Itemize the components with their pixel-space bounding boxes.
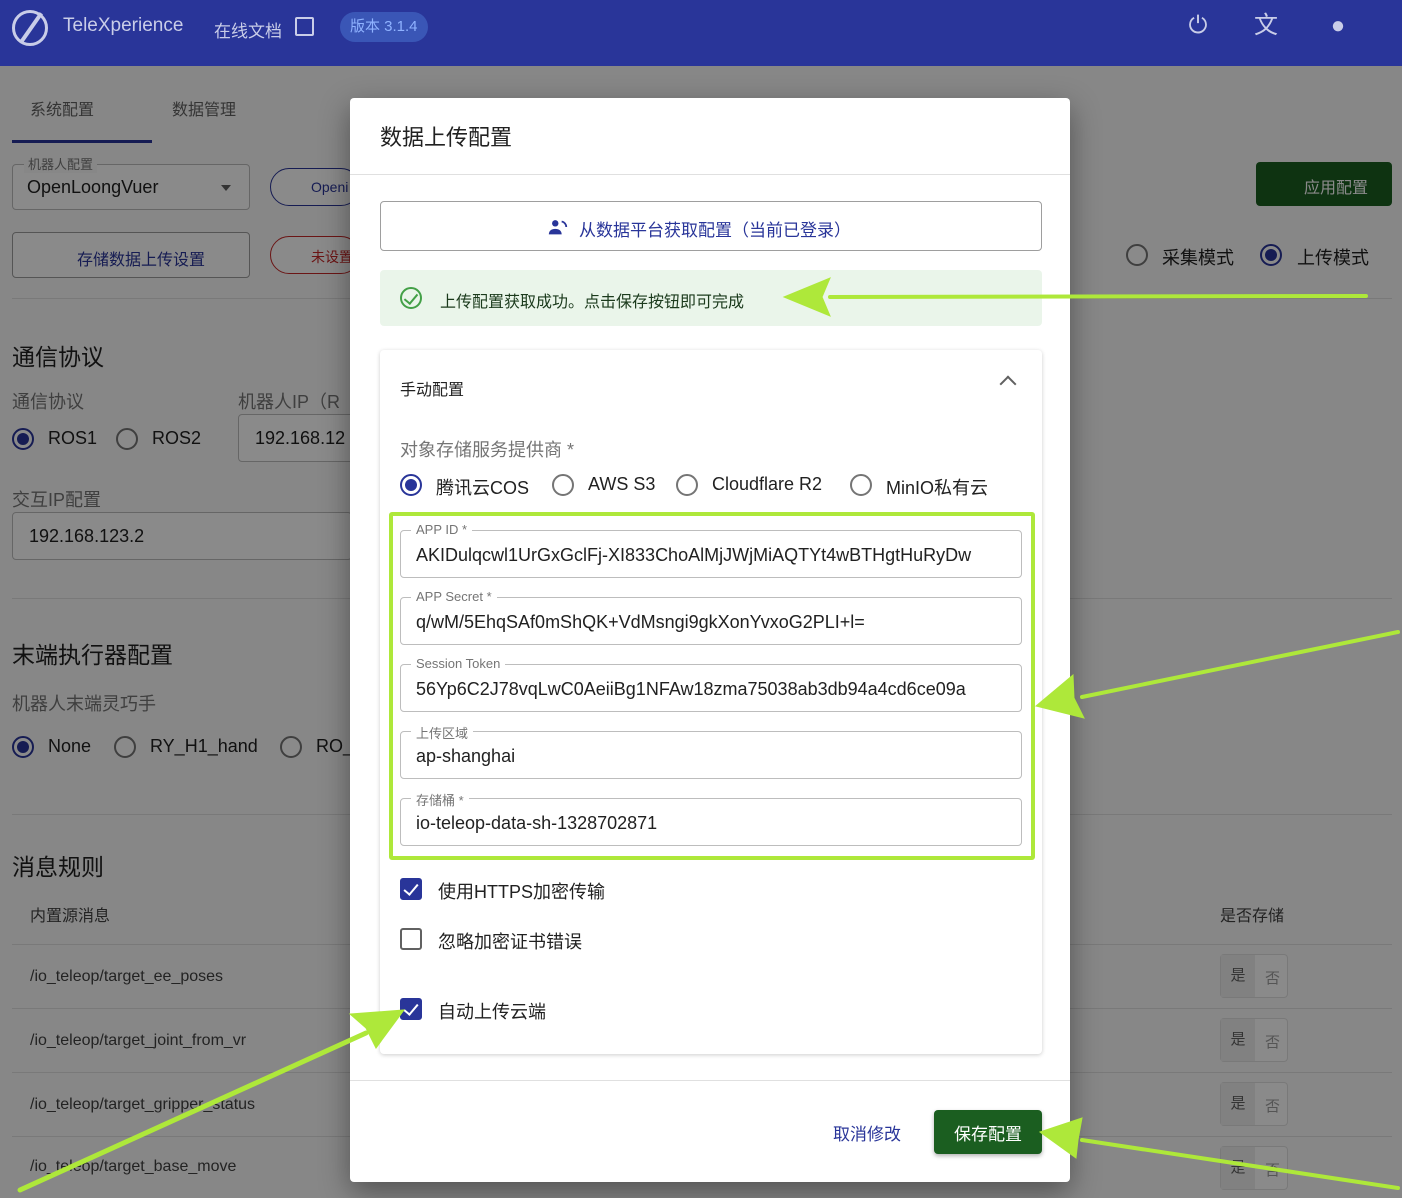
- provider-label-cos: 腾讯云COS: [436, 478, 530, 498]
- ignore-cert-checkbox-label: 忽略加密证书错误: [438, 932, 582, 952]
- external-link-icon[interactable]: [295, 17, 314, 36]
- auto-upload-checkbox[interactable]: [400, 998, 422, 1020]
- dialog-title: 数据上传配置: [380, 125, 513, 150]
- fetch-config-label: 从数据平台获取配置（当前已登录）: [579, 221, 851, 240]
- power-icon[interactable]: ⏻: [1184, 12, 1212, 40]
- account-icon[interactable]: ●: [1324, 12, 1352, 40]
- success-alert: 上传配置获取成功。点击保存按钮即可完成: [380, 270, 1042, 326]
- docs-link[interactable]: 在线文档: [214, 17, 282, 42]
- provider-radio-r2[interactable]: [676, 474, 698, 496]
- brand-name: TeleXperience: [63, 15, 184, 36]
- fetch-config-button[interactable]: 从数据平台获取配置（当前已登录）: [380, 201, 1042, 251]
- auto-upload-checkbox-label: 自动上传云端: [438, 1002, 546, 1022]
- check-circle-icon: [400, 287, 422, 309]
- success-alert-text: 上传配置获取成功。点击保存按钮即可完成: [440, 294, 745, 311]
- cancel-button[interactable]: 取消修改: [812, 1110, 922, 1154]
- top-app-bar: TeleXperience 在线文档 版本 3.1.4 ⏻ 文 ●: [0, 0, 1402, 66]
- provider-label-r2: Cloudflare R2: [712, 474, 823, 494]
- provider-radio-cos[interactable]: [400, 474, 422, 496]
- chevron-up-icon[interactable]: [999, 375, 1017, 393]
- provider-radio-s3[interactable]: [552, 474, 574, 496]
- https-checkbox-label: 使用HTTPS加密传输: [438, 882, 606, 902]
- https-checkbox[interactable]: [400, 878, 422, 900]
- cloud-sync-icon: [548, 220, 568, 235]
- dialog-divider: [350, 1080, 1070, 1081]
- highlight-box: [389, 512, 1035, 860]
- save-config-button[interactable]: 保存配置: [934, 1110, 1042, 1154]
- app-logo-icon: [12, 10, 48, 46]
- provider-label-minio: MinIO私有云: [886, 478, 989, 498]
- provider-label-s3: AWS S3: [588, 474, 656, 494]
- translate-icon[interactable]: 文: [1252, 12, 1280, 40]
- manual-config-title[interactable]: 手动配置: [400, 376, 464, 400]
- provider-radio-minio[interactable]: [850, 474, 872, 496]
- ignore-cert-checkbox[interactable]: [400, 928, 422, 950]
- dialog-divider: [350, 174, 1070, 175]
- version-badge: 版本 3.1.4: [340, 12, 428, 42]
- provider-label: 对象存储服务提供商 *: [400, 440, 575, 460]
